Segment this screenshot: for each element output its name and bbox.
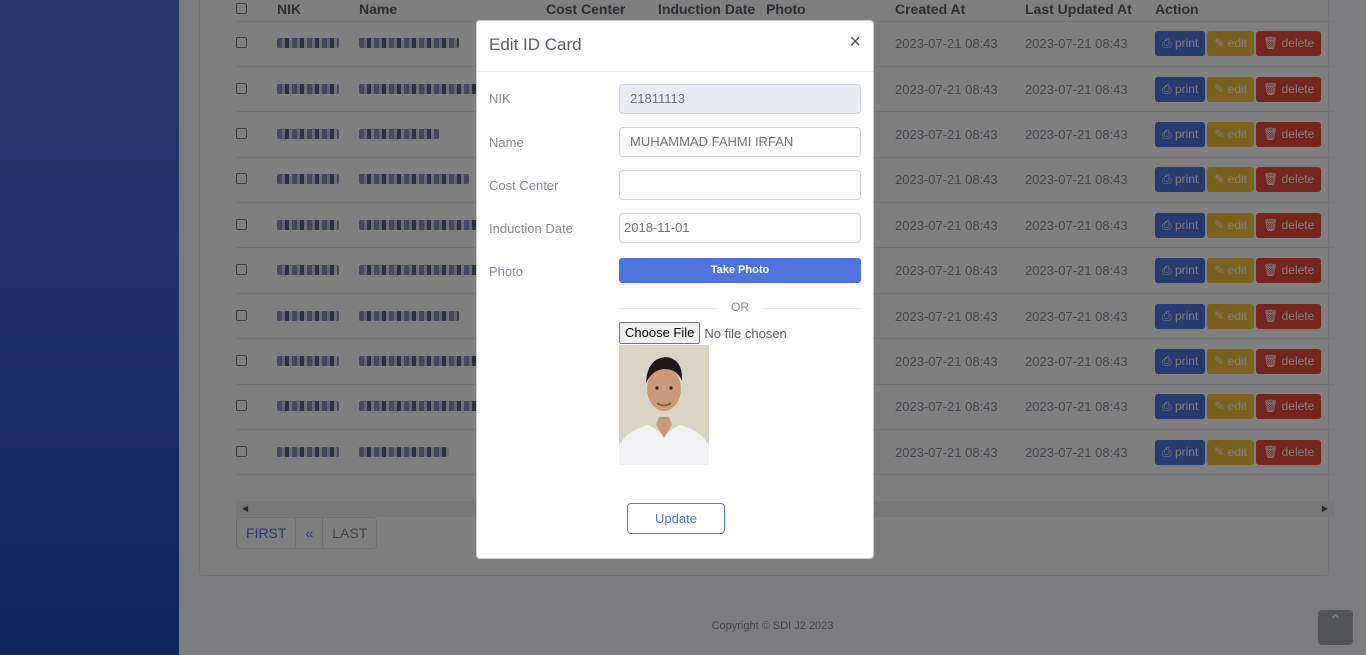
cost-center-field[interactable] xyxy=(619,170,861,200)
induction-date-field[interactable]: 2018-11-01 xyxy=(619,213,861,243)
divider-line-right xyxy=(763,308,861,309)
modal-header: Edit ID Card × xyxy=(477,21,873,72)
file-input[interactable]: Choose File No file chosen xyxy=(619,322,787,344)
cost-center-label: Cost Center xyxy=(489,178,559,193)
close-icon[interactable]: × xyxy=(849,31,861,54)
or-text: OR xyxy=(731,300,749,314)
nik-label: NIK xyxy=(489,91,511,106)
person-photo-image xyxy=(619,345,709,465)
name-field[interactable]: MUHAMMAD FAHMI IRFAN xyxy=(619,127,861,157)
update-button[interactable]: Update xyxy=(627,503,725,534)
choose-file-button[interactable]: Choose File xyxy=(619,322,701,344)
modal-title: Edit ID Card xyxy=(489,35,582,54)
photo-label: Photo xyxy=(489,264,523,279)
name-label: Name xyxy=(489,135,524,150)
no-file-chosen-text: No file chosen xyxy=(704,325,787,341)
photo-preview xyxy=(619,345,709,465)
edit-id-card-modal: Edit ID Card × NIK 21811113 Name MUHAMMA… xyxy=(476,20,874,559)
induction-date-label: Induction Date xyxy=(489,221,573,236)
nik-field: 21811113 xyxy=(619,84,861,114)
take-photo-button[interactable]: Take Photo xyxy=(619,258,861,283)
divider-line-left xyxy=(619,308,717,309)
or-divider: OR xyxy=(619,300,861,316)
